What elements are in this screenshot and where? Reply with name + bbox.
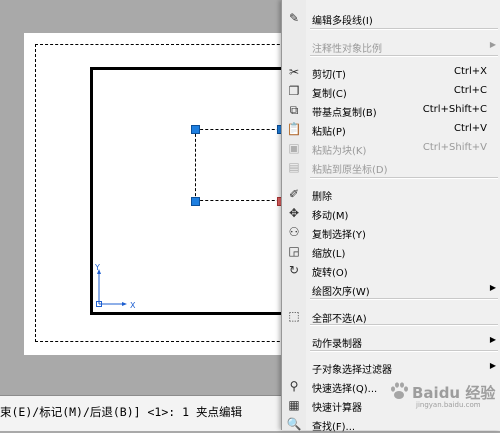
menu-item-label: 粘贴(P): [312, 127, 346, 138]
watermark-text: Baidu 经验: [412, 384, 496, 402]
menu-item-label: 缩放(L): [312, 249, 346, 260]
copy-base-point-icon: ⧉: [289, 103, 299, 117]
ucs-y-label: Y: [94, 264, 100, 272]
menu-item-label: 复制(C): [312, 89, 347, 100]
command-line-text: 束(E)/标记(M)/后退(B)] <1>: 1 夹点编辑: [0, 405, 242, 419]
menu-item-label: 子对象选择过滤器: [312, 365, 392, 376]
menu-item-label: 注释性对象比例: [312, 44, 382, 55]
copy-icon: ❐: [288, 84, 300, 98]
menu-item[interactable]: ❐ 复制(C) Ctrl+C: [282, 81, 500, 100]
menu-item-label: 快速计算器: [312, 403, 362, 414]
menu-item-shortcut: Ctrl+V: [453, 123, 487, 134]
menu-item[interactable]: ✎ 编辑多段线(I): [282, 8, 500, 27]
erase-icon: ✐: [288, 187, 300, 201]
menu-item-label: 动作录制器: [312, 339, 362, 350]
menu-item[interactable]: 📋 粘贴(P) Ctrl+V: [282, 119, 500, 138]
menu-item[interactable]: ⚇ 复制选择(Y): [282, 222, 500, 241]
menu-item-shortcut: Ctrl+Shift+V: [422, 142, 487, 153]
context-menu: ✎ 编辑多段线(I) 注释性对象比例 ▶ ✂ 剪切(T) Ctrl+X ❐ 复制(C) Ctrl+…: [281, 0, 500, 433]
paste-block-icon: ▣: [288, 141, 300, 155]
menu-item-label: 删除: [312, 192, 332, 203]
menu-item[interactable]: 绘图次序(W) ▶: [282, 279, 500, 298]
menu-item[interactable]: ▣ 粘贴为块(K) Ctrl+Shift+V: [282, 138, 500, 157]
menu-item-label: 绘图次序(W): [312, 287, 370, 298]
deselect-all-icon: ⬚: [288, 309, 300, 323]
menu-item[interactable]: 动作录制器 ▶: [282, 331, 500, 350]
grip-top-left[interactable]: [191, 125, 200, 134]
menu-item[interactable]: ◲ 缩放(L): [282, 241, 500, 260]
menu-item-label: 剪切(T): [312, 70, 346, 81]
menu-separator: [310, 350, 498, 352]
menu-item[interactable]: ⧉ 带基点复制(B) Ctrl+Shift+C: [282, 100, 500, 119]
menu-item-label: 查找(F)...: [312, 422, 356, 433]
move-icon: ✥: [288, 206, 300, 220]
quick-select-icon: ⚲: [289, 379, 299, 393]
menu-item[interactable]: ⬚ 全部不选(A): [282, 306, 500, 325]
menu-separator: [310, 55, 498, 57]
menu-item-label: 粘贴为块(K): [312, 146, 367, 157]
menu-item-label: 复制选择(Y): [312, 230, 366, 241]
submenu-arrow-icon: ▶: [489, 40, 496, 49]
paw-icon: [391, 382, 408, 399]
menu-item[interactable]: ✐ 删除: [282, 184, 500, 203]
menu-item-label: 全部不选(A): [312, 314, 367, 325]
menu-item[interactable]: 注释性对象比例 ▶: [282, 36, 500, 55]
menu-item[interactable]: 🔍 查找(F)...: [282, 414, 500, 433]
menu-item-label: 快速选择(Q)...: [312, 384, 378, 395]
grip-bottom-left[interactable]: [191, 197, 200, 206]
selected-polyline[interactable]: [195, 129, 285, 201]
watermark-sub: jingyan.baidu.com: [416, 401, 481, 409]
menu-item-label: 旋转(O): [312, 268, 348, 279]
scale-icon: ◲: [288, 244, 300, 258]
submenu-arrow-icon: ▶: [489, 361, 496, 370]
cut-icon: ✂: [288, 65, 300, 79]
menu-item[interactable]: ↻ 旋转(O): [282, 260, 500, 279]
rotate-icon: ↻: [288, 263, 300, 277]
menu-item-label: 移动(M): [312, 211, 349, 222]
menu-item-shortcut: Ctrl+C: [453, 85, 487, 96]
menu-separator: [310, 298, 498, 300]
paste-original-coords-icon: ▤: [288, 160, 300, 174]
menu-item-label: 编辑多段线(I): [312, 16, 373, 27]
submenu-arrow-icon: ▶: [489, 335, 496, 344]
polyline-edit-icon: ✎: [288, 11, 300, 25]
baidu-watermark: Baidu 经验 jingyan.baidu.com: [384, 374, 500, 414]
menu-item[interactable]: ▤ 粘贴到原坐标(D): [282, 157, 500, 176]
calculator-icon: ▦: [288, 398, 300, 412]
submenu-arrow-icon: ▶: [489, 283, 496, 292]
menu-separator: [310, 28, 498, 30]
paste-icon: 📋: [286, 122, 302, 136]
menu-item[interactable]: ✥ 移动(M): [282, 203, 500, 222]
menu-item[interactable]: ✂ 剪切(T) Ctrl+X: [282, 62, 500, 81]
menu-item-label: 粘贴到原坐标(D): [312, 165, 388, 176]
menu-item-shortcut: Ctrl+X: [453, 66, 487, 77]
menu-item-shortcut: Ctrl+Shift+C: [422, 104, 487, 115]
ucs-icon: Y X: [94, 264, 136, 310]
ucs-x-label: X: [130, 301, 136, 310]
menu-item-label: 带基点复制(B): [312, 108, 377, 119]
menu-separator: [310, 177, 498, 179]
copy-selection-icon: ⚇: [288, 225, 300, 239]
